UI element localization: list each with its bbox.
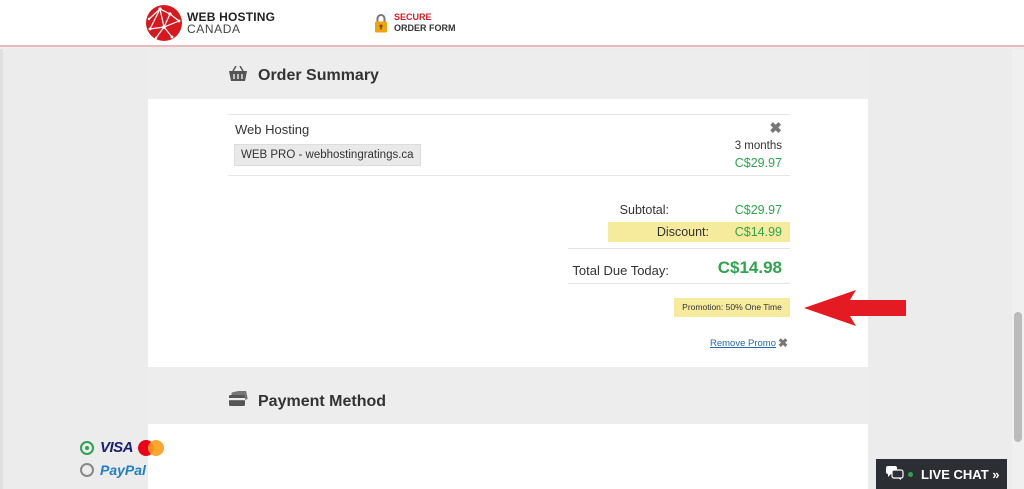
discount-label: Discount: bbox=[656, 225, 709, 239]
payment-method-header: Payment Method bbox=[148, 367, 868, 424]
secure-label: SECURE bbox=[394, 12, 432, 22]
site-logo[interactable]: WEB HOSTING CANADA bbox=[146, 5, 275, 41]
discount-row: Discount: C$14.99 bbox=[608, 222, 790, 242]
paypal-radio[interactable] bbox=[80, 463, 94, 477]
visa-radio[interactable] bbox=[80, 440, 94, 455]
totals-divider bbox=[568, 248, 790, 249]
red-arrow-annotation bbox=[804, 290, 906, 326]
remove-item-close-icon[interactable]: ✖ bbox=[769, 119, 782, 137]
order-form-label: ORDER FORM bbox=[394, 23, 456, 33]
promotion-badge: Promotion: 50% One Time bbox=[674, 298, 790, 317]
subtotal-value: C$29.97 bbox=[734, 203, 782, 217]
item-price: C$29.97 bbox=[734, 156, 782, 170]
cart-item: Web Hosting WEB PRO - webhostingratings.… bbox=[228, 114, 790, 176]
chat-bubble-icon bbox=[886, 465, 904, 483]
total-due-label: Total Due Today: bbox=[572, 263, 669, 278]
discount-value: C$14.99 bbox=[734, 225, 782, 239]
basket-icon bbox=[228, 65, 248, 87]
order-card: Order Summary Web Hosting WEB PRO - webh… bbox=[148, 49, 868, 489]
live-chat-label: LIVE CHAT » bbox=[921, 466, 1000, 482]
site-header: WEB HOSTING CANADA SECURE ORDER FORM bbox=[0, 0, 1024, 47]
subtotal-row: Subtotal: C$29.97 bbox=[568, 200, 790, 220]
subtotal-label: Subtotal: bbox=[619, 203, 669, 217]
total-due-row: Total Due Today: C$14.98 bbox=[568, 256, 790, 284]
remove-promo-link[interactable]: Remove Promo bbox=[710, 338, 776, 349]
order-summary-title: Order Summary bbox=[258, 67, 379, 84]
payment-option-visa[interactable]: VISA bbox=[80, 439, 165, 456]
credit-card-icon bbox=[228, 389, 248, 412]
totals-divider-bottom bbox=[568, 283, 790, 284]
mastercard-icon bbox=[138, 439, 165, 456]
globe-logo-icon bbox=[146, 5, 182, 41]
total-due-value: C$14.98 bbox=[717, 258, 782, 277]
item-term: 3 months bbox=[734, 140, 782, 152]
payment-method-title: Payment Method bbox=[258, 393, 387, 410]
item-plan: WEB PRO - webhostingratings.ca bbox=[234, 144, 421, 166]
visa-logo: VISA bbox=[100, 439, 134, 456]
left-gutter bbox=[0, 49, 3, 489]
online-status-dot bbox=[908, 471, 913, 477]
secure-order-badge: SECURE ORDER FORM bbox=[374, 12, 456, 34]
remove-promo-close-icon[interactable]: ✖ bbox=[778, 336, 788, 350]
lock-icon bbox=[374, 12, 388, 34]
live-chat-button[interactable]: LIVE CHAT » bbox=[876, 459, 1007, 489]
item-name: Web Hosting bbox=[235, 122, 310, 137]
order-summary-header: Order Summary bbox=[148, 49, 868, 99]
payment-option-paypal[interactable]: PayPal bbox=[80, 462, 146, 478]
paypal-logo: PayPal bbox=[100, 462, 146, 478]
logo-subtitle: CANADA bbox=[187, 22, 241, 36]
scrollbar-thumb[interactable] bbox=[1014, 312, 1022, 442]
page-scrollbar[interactable] bbox=[1012, 49, 1024, 489]
